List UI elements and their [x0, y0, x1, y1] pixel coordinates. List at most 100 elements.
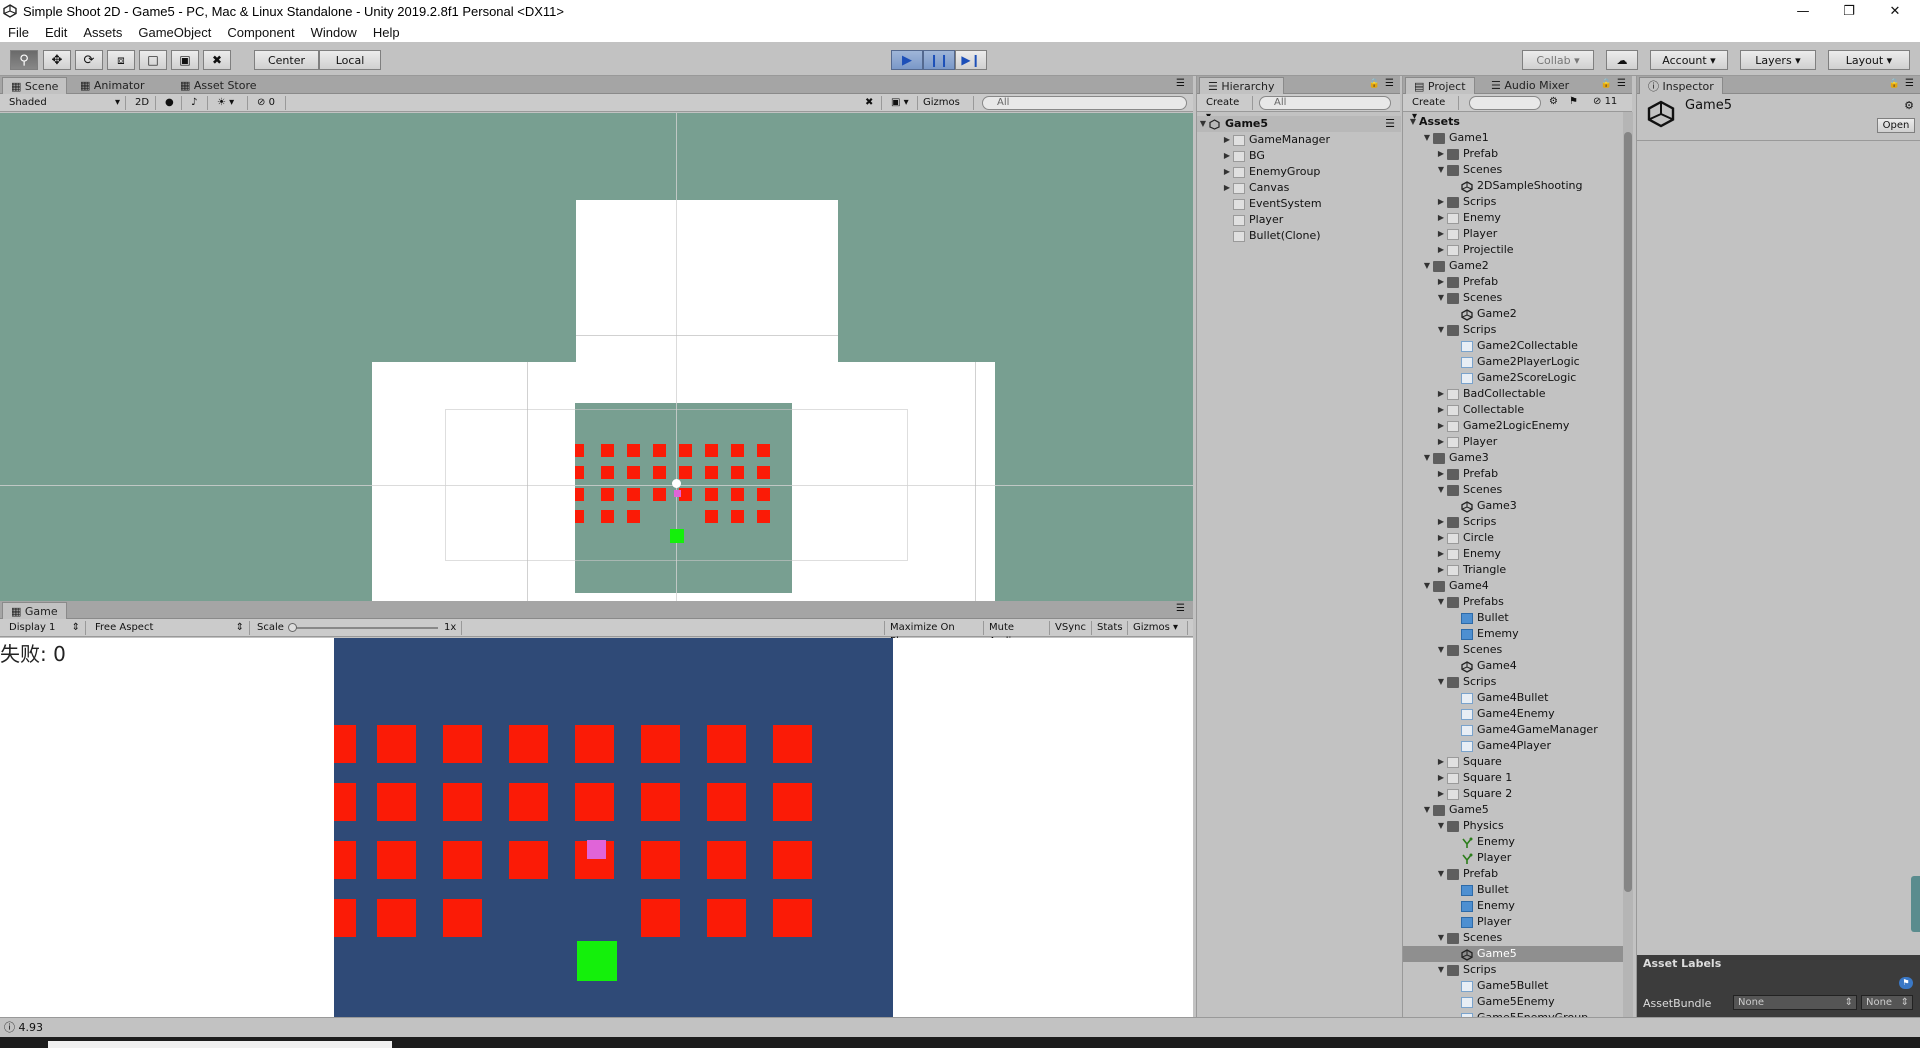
project-tree-item[interactable]: ▼ Prefabs [1403, 594, 1623, 610]
project-lock-icon[interactable]: 🔒 [1601, 79, 1612, 89]
expand-arrow-icon[interactable]: ▶ [1435, 562, 1447, 578]
project-tree-item[interactable]: ▶ Prefab [1403, 466, 1623, 482]
expand-arrow-icon[interactable]: ▼ [1435, 962, 1447, 978]
project-tree-item[interactable]: ▼ Game3 [1403, 450, 1623, 466]
expand-arrow-icon[interactable]: ▼ [1435, 818, 1447, 834]
project-tree-item[interactable]: ▶ Player [1403, 434, 1623, 450]
game-panel-menu-icon[interactable]: ☰ [1176, 603, 1185, 614]
vsync-toggle[interactable]: VSync [1050, 621, 1092, 635]
hierarchy-item[interactable]: EventSystem [1221, 196, 1322, 212]
close-icon[interactable]: ✕ [1872, 0, 1918, 22]
expand-arrow-icon[interactable]: ▶ [1435, 194, 1447, 210]
menu-window[interactable]: Window [303, 25, 365, 40]
assetbundle-variant-dropdown[interactable]: None ⇕ [1861, 995, 1913, 1010]
expand-arrow-icon[interactable]: ▼ [1421, 578, 1433, 594]
project-tree-item[interactable]: ▼ Assets [1403, 114, 1623, 130]
menu-help[interactable]: Help [365, 25, 408, 40]
project-tree-item[interactable]: Game2ScoreLogic [1403, 370, 1623, 386]
project-tree-item[interactable]: ▼ Game4 [1403, 578, 1623, 594]
expand-arrow-icon[interactable]: ▶ [1435, 146, 1447, 162]
lighting-toggle[interactable]: ● [160, 96, 182, 110]
side-handle[interactable] [1911, 876, 1920, 932]
menu-component[interactable]: Component [219, 25, 302, 40]
project-tree-item[interactable]: Player [1403, 914, 1623, 930]
expand-arrow-icon[interactable]: ▼ [1435, 322, 1447, 338]
expand-arrow-icon[interactable]: ▼ [1421, 258, 1433, 274]
scale-slider[interactable]: Scale 1x [252, 621, 462, 635]
project-tree-item[interactable]: ▼ Physics [1403, 818, 1623, 834]
hierarchy-menu-icon[interactable]: ☰ [1385, 78, 1394, 89]
project-tree-item[interactable]: Enemy [1403, 834, 1623, 850]
project-tree-item[interactable]: ▶ Projectile [1403, 242, 1623, 258]
assetbundle-dropdown[interactable]: None ⇕ [1733, 995, 1857, 1010]
expand-arrow-icon[interactable]: ▼ [1421, 802, 1433, 818]
menu-assets[interactable]: Assets [75, 25, 130, 40]
expand-arrow-icon[interactable]: ▼ [1435, 866, 1447, 882]
project-tree-item[interactable]: 2DSampleShooting [1403, 178, 1623, 194]
expand-arrow-icon[interactable]: ▶ [1435, 786, 1447, 802]
project-tree-item[interactable]: ▼ Prefab [1403, 866, 1623, 882]
menu-gameobject[interactable]: GameObject [130, 25, 219, 40]
hidden-count[interactable]: ⊘ 0 [252, 96, 286, 110]
project-scroll-thumb[interactable] [1624, 132, 1632, 892]
project-tree-item[interactable]: Game2 [1403, 306, 1623, 322]
scene-search-input[interactable]: All [982, 96, 1187, 110]
game-viewport[interactable]: 失败: 0 [0, 638, 1193, 1033]
project-search-input[interactable] [1469, 96, 1541, 110]
cloud-button[interactable]: ☁ [1606, 50, 1638, 70]
scene-options-icon[interactable]: ☰ [1385, 116, 1395, 132]
filter-type-icon[interactable]: ⚙ [1549, 96, 1558, 107]
expand-arrow-icon[interactable]: ▶ [1435, 386, 1447, 402]
expand-arrow-icon[interactable]: ▶ [1435, 754, 1447, 770]
tab-game[interactable]: ▦ Game [2, 602, 67, 619]
scale-tool-button[interactable]: ⧈ [107, 50, 135, 70]
expand-arrow-icon[interactable]: ▶ [1435, 242, 1447, 258]
project-tree-item[interactable]: Game5 [1403, 946, 1623, 962]
project-tree-item[interactable]: ▶ Square [1403, 754, 1623, 770]
project-tree-item[interactable]: Game2PlayerLogic [1403, 354, 1623, 370]
collab-dropdown[interactable]: Collab ▾ [1522, 50, 1594, 70]
project-tree-item[interactable]: Ememy [1403, 626, 1623, 642]
layout-dropdown[interactable]: Layout ▾ [1828, 50, 1910, 70]
expand-arrow-icon[interactable]: ▶ [1435, 434, 1447, 450]
minimize-icon[interactable]: — [1780, 0, 1826, 22]
project-tree-item[interactable]: ▼ Scenes [1403, 482, 1623, 498]
menu-file[interactable]: File [0, 25, 37, 40]
project-tree-item[interactable]: Game4 [1403, 658, 1623, 674]
tab-scene[interactable]: ▦ Scene [2, 77, 68, 94]
project-tree-item[interactable]: ▶ Square 1 [1403, 770, 1623, 786]
project-menu-icon[interactable]: ☰ [1617, 78, 1626, 89]
hierarchy-scene-row[interactable]: ▼ Game5 ☰ [1197, 116, 1401, 132]
taskbar-search[interactable] [48, 1041, 392, 1048]
expand-arrow-icon[interactable]: ▼ [1421, 130, 1433, 146]
inspector-lock-icon[interactable]: 🔒 [1889, 79, 1900, 89]
panel-menu-icon[interactable]: ☰ [1176, 78, 1185, 89]
project-tree-item[interactable]: Game4Enemy [1403, 706, 1623, 722]
aspect-dropdown[interactable]: Free Aspect ⇕ [90, 621, 250, 635]
project-tree-item[interactable]: Game4Bullet [1403, 690, 1623, 706]
expand-arrow-icon[interactable]: ▶ [1435, 402, 1447, 418]
project-scrollbar[interactable] [1623, 112, 1633, 1017]
project-tree-item[interactable]: Game5Bullet [1403, 978, 1623, 994]
project-tree-item[interactable]: Game5Enemy [1403, 994, 1623, 1010]
pivot-center-button[interactable]: Center [254, 50, 319, 70]
project-tree-item[interactable]: Game4Player [1403, 738, 1623, 754]
pivot-local-button[interactable]: Local [319, 50, 381, 70]
project-tree-item[interactable]: ▶ Triangle [1403, 562, 1623, 578]
expand-arrow-icon[interactable]: ▶ [1435, 546, 1447, 562]
project-tree-item[interactable]: ▼ Scenes [1403, 642, 1623, 658]
pause-button[interactable]: ❙❙ [923, 50, 955, 70]
expand-arrow-icon[interactable]: ▶ [1221, 180, 1233, 196]
project-tree-item[interactable]: Player [1403, 850, 1623, 866]
expand-arrow-icon[interactable]: ▶ [1435, 226, 1447, 242]
project-tree-item[interactable]: ▶ Prefab [1403, 146, 1623, 162]
project-tree-item[interactable]: ▼ Scenes [1403, 290, 1623, 306]
2d-toggle[interactable]: 2D [130, 96, 156, 110]
transform-tool-button[interactable]: ▣ [171, 50, 199, 70]
step-button[interactable]: ▶❙ [955, 50, 987, 70]
expand-arrow-icon[interactable]: ▶ [1435, 466, 1447, 482]
expand-arrow-icon[interactable]: ▼ [1435, 642, 1447, 658]
expand-arrow-icon[interactable]: ▶ [1435, 514, 1447, 530]
expand-arrow-icon[interactable]: ▶ [1435, 530, 1447, 546]
project-tree-item[interactable]: Bullet [1403, 610, 1623, 626]
